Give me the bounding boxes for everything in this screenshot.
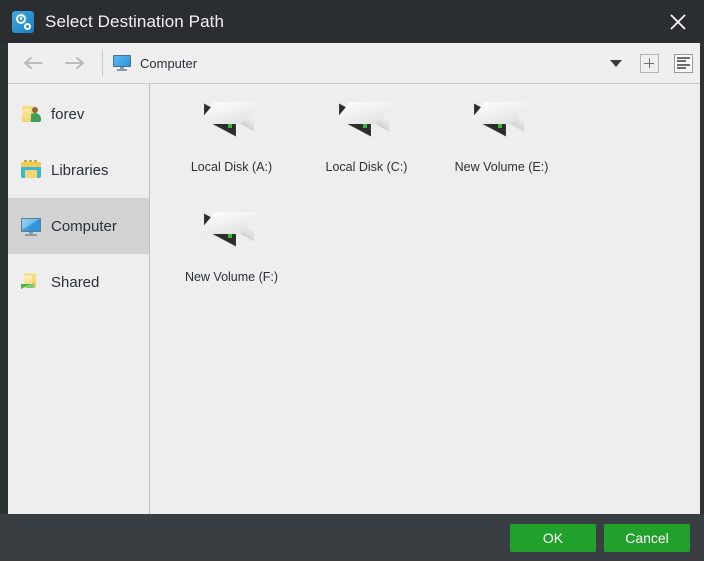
user-folder-icon	[20, 103, 42, 125]
computer-monitor-icon	[113, 55, 131, 71]
path-input[interactable]: Computer	[113, 43, 600, 83]
cancel-button[interactable]: Cancel	[604, 523, 690, 552]
libraries-icon	[20, 159, 42, 181]
sidebar-item-shared[interactable]: Shared	[8, 254, 149, 310]
footer-bar: OK Cancel	[0, 514, 704, 561]
drive-label: New Volume (E:)	[454, 160, 549, 174]
drive-item[interactable]: New Volume (E:)	[434, 94, 569, 204]
chevron-down-icon[interactable]	[600, 43, 632, 83]
ok-button[interactable]: OK	[510, 523, 596, 552]
hard-drive-icon	[196, 98, 264, 148]
hard-drive-icon	[331, 98, 399, 148]
drive-item[interactable]: Local Disk (C:)	[299, 94, 434, 204]
arrow-right-icon[interactable]	[54, 43, 94, 83]
title-bar: Select Destination Path	[0, 0, 704, 43]
sidebar-item-libraries[interactable]: Libraries	[8, 142, 149, 198]
dialog-body: forev Libraries Computer Shared Local Di…	[8, 84, 700, 514]
hard-drive-icon	[196, 208, 264, 258]
sidebar-item-label: Shared	[51, 273, 100, 291]
drive-label: Local Disk (A:)	[190, 160, 273, 174]
toolbar: Computer	[8, 43, 700, 84]
close-icon[interactable]	[652, 0, 704, 43]
list-view-icon[interactable]	[666, 43, 700, 83]
window-title: Select Destination Path	[45, 11, 225, 31]
arrow-left-icon[interactable]	[14, 43, 54, 83]
path-value: Computer	[140, 55, 198, 71]
dialog-window: Select Destination Path Computer forev L…	[0, 0, 704, 561]
toolbar-divider	[102, 49, 103, 77]
sidebar: forev Libraries Computer Shared	[8, 84, 150, 514]
sidebar-item-label: Libraries	[51, 161, 109, 179]
drive-list: Local Disk (A:) Local Disk (C:) New Volu…	[150, 84, 700, 514]
sidebar-item-label: Computer	[51, 217, 117, 235]
hard-drive-icon	[466, 98, 534, 148]
app-gear-icon	[12, 10, 34, 33]
drive-item[interactable]: New Volume (F:)	[164, 204, 299, 314]
plus-box-icon[interactable]	[632, 43, 666, 83]
drive-item[interactable]: Local Disk (A:)	[164, 94, 299, 204]
drive-label: New Volume (F:)	[184, 270, 279, 284]
sidebar-item-label: forev	[51, 105, 85, 123]
sidebar-item-computer[interactable]: Computer	[8, 198, 149, 254]
shared-folder-icon	[20, 271, 42, 293]
sidebar-item-forev[interactable]: forev	[8, 86, 149, 142]
computer-monitor-icon	[20, 215, 42, 237]
drive-label: Local Disk (C:)	[325, 160, 408, 174]
